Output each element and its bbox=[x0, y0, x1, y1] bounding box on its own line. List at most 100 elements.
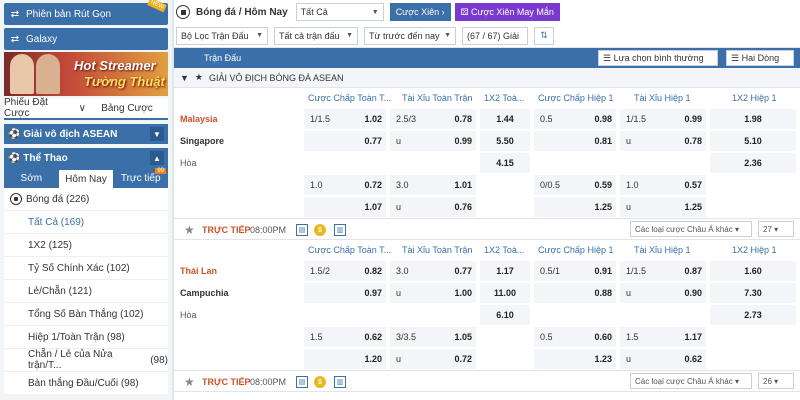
odds-cell[interactable]: 1.98 bbox=[710, 109, 796, 129]
star-icon[interactable]: ★ bbox=[184, 223, 195, 237]
more-markets-select[interactable]: 27 ▾ bbox=[758, 221, 794, 237]
short-version-button[interactable]: ⇄ Phiên bản Rút Gọn NEW bbox=[4, 0, 168, 25]
odds-cell[interactable]: 3.0 0.77 bbox=[390, 261, 476, 281]
stats-icon[interactable]: ▤ bbox=[296, 376, 308, 388]
tab-early[interactable]: Sớm bbox=[4, 168, 59, 188]
odds-cell[interactable]: 6.10 bbox=[480, 305, 530, 325]
odds-cell[interactable]: u 0.72 bbox=[390, 349, 476, 369]
asian-markets-select[interactable]: Các loại cược Châu Á khác ▾ bbox=[630, 221, 752, 237]
tab-betslip[interactable]: Phiếu Đặt Cược ∨ bbox=[4, 97, 86, 119]
chevron-down-icon: ▼ bbox=[180, 72, 189, 83]
odds-cell[interactable]: 1.0 0.57 bbox=[620, 175, 706, 195]
all-matches-select[interactable]: Tất cả trận đấu ▼ bbox=[274, 26, 358, 45]
odds-mode-select[interactable]: ☰ Lựa chọn bình thường bbox=[598, 50, 718, 66]
coin-icon[interactable]: $ bbox=[314, 376, 326, 388]
odds-cell[interactable]: 1.0 0.72 bbox=[304, 175, 386, 195]
tab-today[interactable]: Hôm Nay bbox=[58, 168, 114, 188]
list-item[interactable]: Lẻ/Chẵn (121) bbox=[4, 279, 168, 302]
league-count[interactable]: (67 / 67) Giải bbox=[462, 26, 528, 45]
odds-cell[interactable]: u 0.62 bbox=[620, 349, 706, 369]
odds-cell[interactable]: 1.60 bbox=[710, 261, 796, 281]
list-item[interactable]: 1X2 (125) bbox=[4, 233, 168, 256]
odds-cell[interactable]: 2.5/3 0.78 bbox=[390, 109, 476, 129]
list-item[interactable]: Tổng Số Bàn Thắng (102) bbox=[4, 302, 168, 325]
chevron-down-icon: ▾ bbox=[774, 224, 779, 234]
odds-cell[interactable]: 5.10 bbox=[710, 131, 796, 151]
odds-cell[interactable]: 1.5/2 0.82 bbox=[304, 261, 386, 281]
odds-cell[interactable]: 0.5 0.60 bbox=[534, 327, 616, 347]
page-title: Bóng đá / Hôm Nay bbox=[196, 6, 288, 18]
more-markets-select[interactable]: 26 ▾ bbox=[758, 373, 794, 389]
match-footer: ★ TRỰC TIẾP 08:00PM ▤ $ ▥ Các loại cược … bbox=[174, 370, 800, 392]
tab-live[interactable]: Trực tiếp 99 bbox=[113, 168, 168, 188]
sport-football[interactable]: Bóng đá (226) bbox=[4, 188, 168, 210]
hot-streamer-banner[interactable]: Hot Streamer Tường Thuật bbox=[4, 52, 168, 96]
away-team: Singapore bbox=[180, 136, 225, 146]
banner-subtitle: Tường Thuật bbox=[84, 74, 165, 89]
odds-cell[interactable]: 1.25 bbox=[534, 197, 616, 217]
chart-icon[interactable]: ▥ bbox=[334, 376, 346, 388]
odds-cell[interactable]: 1.17 bbox=[480, 261, 530, 281]
league-row[interactable]: ▼ ★ GIẢI VÔ ĐỊCH BÓNG ĐÁ ASEAN bbox=[174, 68, 800, 88]
odds-cell[interactable]: 1/1.5 0.87 bbox=[620, 261, 706, 281]
odds-cell[interactable]: 0.81 bbox=[534, 131, 616, 151]
sports-section[interactable]: ⚽ Thể Thao ▲ bbox=[4, 148, 168, 168]
odds-cell[interactable]: 0.5 0.98 bbox=[534, 109, 616, 129]
odds-cell[interactable]: 1.23 bbox=[534, 349, 616, 369]
line-mode-select[interactable]: ☰ Hai Dòng bbox=[726, 50, 794, 66]
odds-cell[interactable]: 1/1.5 0.99 bbox=[620, 109, 706, 129]
list-item[interactable]: Hiệp 1/Toàn Trận (98) bbox=[4, 325, 168, 348]
list-item[interactable]: Tất Cả (169) bbox=[4, 210, 168, 233]
list-item[interactable]: Chẵn / Lẻ của Nửa trận/T... (98) bbox=[4, 348, 168, 371]
odds-cell[interactable]: 1.5 1.17 bbox=[620, 327, 706, 347]
galaxy-button[interactable]: ⇄ Galaxy bbox=[4, 28, 168, 50]
odds-cell[interactable]: 1.20 bbox=[304, 349, 386, 369]
asian-markets-select[interactable]: Các loại cược Châu Á khác ▾ bbox=[630, 373, 752, 389]
chart-icon[interactable]: ▥ bbox=[334, 224, 346, 236]
odds-cell[interactable]: u 0.76 bbox=[390, 197, 476, 217]
odds-cell[interactable]: 2.73 bbox=[710, 305, 796, 325]
lucky-parlay-button[interactable]: ⚄ Cược Xiên May Mắn bbox=[454, 3, 560, 21]
match-malaysia-singapore: Malaysia 1/1.5 1.02 2.5/3 0.78 1.44 0.5 0.9… bbox=[174, 108, 800, 240]
odds-cell[interactable]: 4.15 bbox=[480, 153, 530, 173]
odds-cell[interactable]: 11.00 bbox=[480, 283, 530, 303]
odds-cell[interactable]: 0.5/1 0.91 bbox=[534, 261, 616, 281]
list-item[interactable]: Tỷ Số Chính Xác (102) bbox=[4, 256, 168, 279]
parlay-button[interactable]: Cược Xiên › bbox=[389, 3, 451, 21]
odds-cell[interactable]: 2.36 bbox=[710, 153, 796, 173]
tab-bet-list[interactable]: Bảng Cược bbox=[86, 98, 168, 118]
match-thailand-cambodia: Thái Lan 1.5/2 0.82 3.0 0.77 1.17 0.5/1 0.9… bbox=[174, 260, 800, 392]
stats-icon[interactable]: ▤ bbox=[296, 224, 308, 236]
streamer-figure bbox=[10, 54, 34, 94]
list-item[interactable]: Bàn thắng Đầu/Cuối (98) bbox=[4, 371, 168, 394]
odds-cell[interactable]: u 0.78 bbox=[620, 131, 706, 151]
odds-cell[interactable]: 0.77 bbox=[304, 131, 386, 151]
column-headers: Cược Chấp Toàn T... Tài Xỉu Toàn Trận 1X… bbox=[174, 88, 800, 108]
asean-section[interactable]: ⚽ Giải vô địch ASEAN ▼ bbox=[4, 124, 168, 144]
odds-cell[interactable]: 3.0 1.01 bbox=[390, 175, 476, 195]
odds-cell[interactable]: 7.30 bbox=[710, 283, 796, 303]
live-label: TRỰC TIẾP bbox=[202, 225, 251, 235]
odds-cell[interactable]: 0.88 bbox=[534, 283, 616, 303]
odds-cell[interactable]: u 1.00 bbox=[390, 283, 476, 303]
market-select[interactable]: Tất Cả ▼ bbox=[295, 3, 384, 21]
odds-cell[interactable]: 1.44 bbox=[480, 109, 530, 129]
chevron-down-icon: ▼ bbox=[371, 8, 379, 16]
star-icon[interactable]: ★ bbox=[184, 375, 195, 389]
odds-row: 1.20 u 0.72 1.23 u 0.62 bbox=[174, 348, 800, 370]
sort-icon[interactable]: ⇅ bbox=[534, 26, 554, 45]
odds-cell[interactable]: u 1.25 bbox=[620, 197, 706, 217]
odds-cell[interactable]: u 0.99 bbox=[390, 131, 476, 151]
odds-cell[interactable]: 1.5 0.62 bbox=[304, 327, 386, 347]
odds-cell[interactable]: 1.07 bbox=[304, 197, 386, 217]
odds-cell[interactable]: 3/3.5 1.05 bbox=[390, 327, 476, 347]
odds-cell[interactable]: 0.97 bbox=[304, 283, 386, 303]
star-icon[interactable]: ★ bbox=[195, 72, 203, 83]
odds-cell[interactable]: 0/0.5 0.59 bbox=[534, 175, 616, 195]
odds-cell[interactable]: 1/1.5 1.02 bbox=[304, 109, 386, 129]
coin-icon[interactable]: $ bbox=[314, 224, 326, 236]
time-range-select[interactable]: Từ trước đến nay ▼ bbox=[364, 26, 456, 45]
odds-cell[interactable]: 5.50 bbox=[480, 131, 530, 151]
match-filter-select[interactable]: Bộ Lọc Trận Đấu ▼ bbox=[176, 26, 268, 45]
odds-cell[interactable]: u 0.90 bbox=[620, 283, 706, 303]
